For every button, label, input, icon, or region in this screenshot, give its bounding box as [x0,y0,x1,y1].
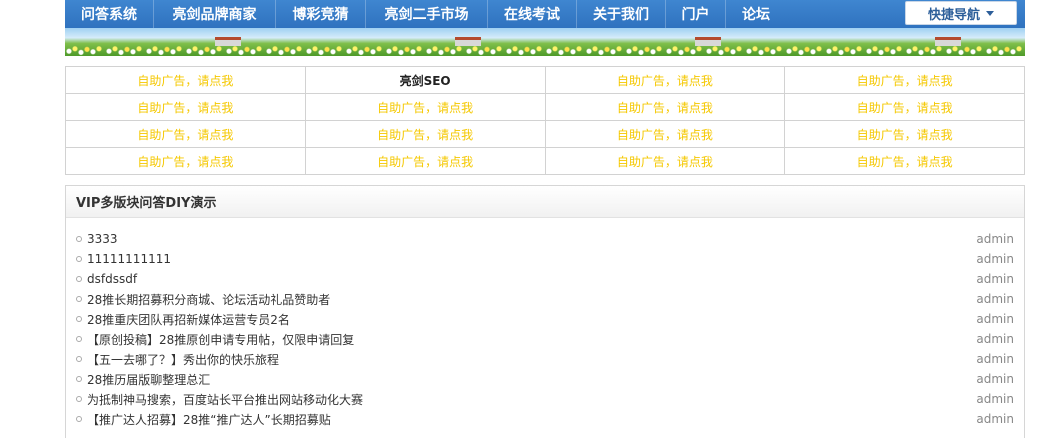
top-nav-bar: 问答系统 亮剑品牌商家 博彩竞猜 亮剑二手市场 在线考试 关于我们 门户 论坛 … [65,0,1025,28]
ad-row: 自助广告，请点我 自助广告，请点我 自助广告，请点我 自助广告，请点我 [65,93,1025,121]
nav-item-forum[interactable]: 论坛 [726,0,786,28]
thread-title[interactable]: 【推广达人招募】28推“推广达人”长期招募贴 [87,411,331,428]
ad-link[interactable]: 自助广告，请点我 [544,120,786,148]
ad-grid: 自助广告，请点我 亮剑SEO 自助广告，请点我 自助广告，请点我 自助广告，请点… [65,66,1025,175]
bullet-icon [76,356,82,362]
bullet-icon [76,416,82,422]
bullet-icon [76,376,82,382]
bullet-icon [76,396,82,402]
list-item: 11111111111 admin [76,249,1014,269]
ad-link[interactable]: 自助广告，请点我 [544,147,786,175]
ad-link[interactable]: 自助广告，请点我 [544,66,786,94]
quick-nav-label: 快捷导航 [927,7,980,23]
ad-link[interactable]: 自助广告，请点我 [784,66,1025,94]
thread-author[interactable]: admin [976,292,1014,306]
thread-author[interactable]: admin [976,272,1014,286]
nav-item-lottery[interactable]: 博彩竞猜 [276,0,366,28]
thread-author[interactable]: admin [976,352,1014,366]
ad-link[interactable]: 自助广告，请点我 [65,93,306,121]
nav-items: 问答系统 亮剑品牌商家 博彩竞猜 亮剑二手市场 在线考试 关于我们 门户 论坛 [65,0,786,28]
nav-item-qa-system[interactable]: 问答系统 [65,0,154,28]
thread-author[interactable]: admin [976,252,1014,266]
list-item: 为抵制神马搜索，百度站长平台推出网站移动化大赛 admin [76,389,1014,409]
nav-item-about-us[interactable]: 关于我们 [577,0,666,28]
chevron-down-icon [986,10,994,16]
ad-row: 自助广告，请点我 自助广告，请点我 自助广告，请点我 自助广告，请点我 [65,120,1025,148]
banner-strip [65,28,1025,56]
thread-title[interactable]: 28推重庆团队再招新媒体运营专员2名 [87,311,290,328]
list-item: 【五一去哪了？】秀出你的快乐旅程 admin [76,349,1014,369]
thread-title[interactable]: 为抵制神马搜索，百度站长平台推出网站移动化大赛 [87,391,363,408]
list-item: 28推历届版聊整理总汇 admin [76,369,1014,389]
nav-item-portal[interactable]: 门户 [666,0,726,28]
ad-row: 自助广告，请点我 自助广告，请点我 自助广告，请点我 自助广告，请点我 [65,147,1025,175]
thread-title[interactable]: 28推长期招募积分商城、论坛活动礼品赞助者 [87,291,330,308]
thread-author[interactable]: admin [976,372,1014,386]
thread-title[interactable]: 【原创投稿】28推原创申请专用帖，仅限申请回复 [87,331,354,348]
nav-item-online-exam[interactable]: 在线考试 [488,0,577,28]
banner-image[interactable] [785,28,1025,56]
bullet-icon [76,316,82,322]
banner-image[interactable] [65,28,305,56]
quick-nav-dropdown[interactable]: 快捷导航 [905,1,1017,25]
thread-title[interactable]: 11111111111 [87,252,171,266]
ad-row: 自助广告，请点我 亮剑SEO 自助广告，请点我 自助广告，请点我 [65,66,1025,94]
ad-link[interactable]: 自助广告，请点我 [784,120,1025,148]
panel-title: VIP多版块问答DIY演示 [66,186,1024,218]
bullet-icon [76,296,82,302]
thread-author[interactable]: admin [976,332,1014,346]
ad-link[interactable]: 亮剑SEO [304,66,546,94]
banner-image[interactable] [545,28,785,56]
thread-author[interactable]: admin [976,392,1014,406]
thread-author[interactable]: admin [976,232,1014,246]
thread-author[interactable]: admin [976,312,1014,326]
ad-link[interactable]: 自助广告，请点我 [304,93,546,121]
thread-title[interactable]: 28推历届版聊整理总汇 [87,371,210,388]
ad-link[interactable]: 自助广告，请点我 [65,120,306,148]
list-item: 【原创投稿】28推原创申请专用帖，仅限申请回复 admin [76,329,1014,349]
thread-panel: VIP多版块问答DIY演示 3333 admin 11111111111 adm… [65,185,1025,438]
thread-title[interactable]: 【五一去哪了？】秀出你的快乐旅程 [87,351,279,368]
thread-title[interactable]: 3333 [87,232,118,246]
ad-link[interactable]: 自助广告，请点我 [784,93,1025,121]
ad-link[interactable]: 自助广告，请点我 [544,93,786,121]
bullet-icon [76,276,82,282]
bullet-icon [76,236,82,242]
list-item: 28推重庆团队再招新媒体运营专员2名 admin [76,309,1014,329]
list-item: 28推长期招募积分商城、论坛活动礼品赞助者 admin [76,289,1014,309]
list-item: dsfdssdf admin [76,269,1014,289]
thread-author[interactable]: admin [976,412,1014,426]
ad-link[interactable]: 自助广告，请点我 [304,147,546,175]
ad-link[interactable]: 自助广告，请点我 [784,147,1025,175]
banner-image[interactable] [305,28,545,56]
list-item: 【推广达人招募】28推“推广达人”长期招募贴 admin [76,409,1014,429]
nav-item-brand-merchants[interactable]: 亮剑品牌商家 [154,0,276,28]
thread-list: 3333 admin 11111111111 admin dsfdssdf ad… [66,218,1024,429]
nav-item-secondhand-market[interactable]: 亮剑二手市场 [366,0,488,28]
thread-title[interactable]: dsfdssdf [87,272,137,286]
bullet-icon [76,256,82,262]
list-item: 3333 admin [76,229,1014,249]
bullet-icon [76,336,82,342]
ad-link[interactable]: 自助广告，请点我 [65,66,306,94]
ad-link[interactable]: 自助广告，请点我 [304,120,546,148]
ad-link[interactable]: 自助广告，请点我 [65,147,306,175]
